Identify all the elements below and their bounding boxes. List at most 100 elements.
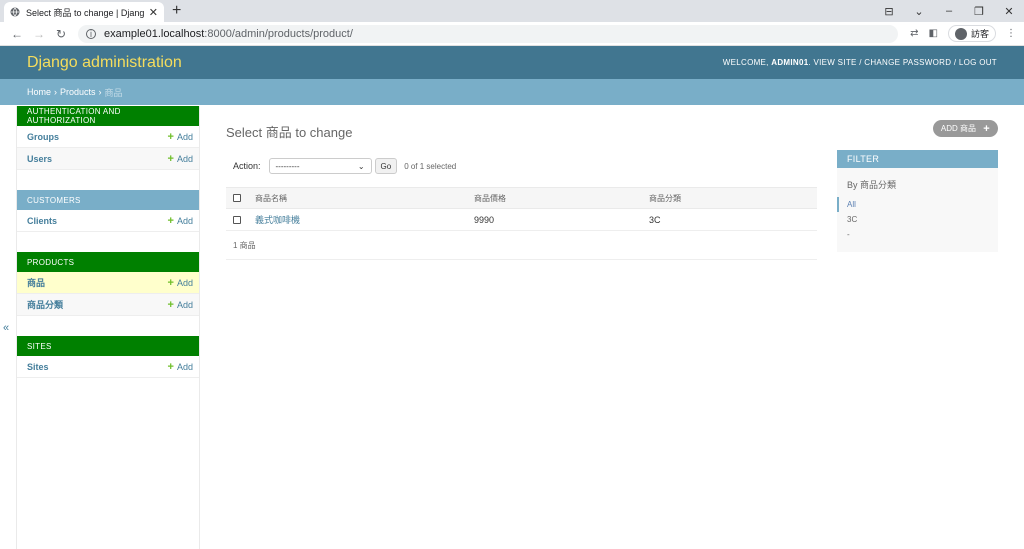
plus-icon: + bbox=[167, 276, 174, 289]
action-select[interactable]: --------- ⌄ bbox=[268, 158, 372, 174]
product-name-link[interactable]: 義式咖啡機 bbox=[255, 215, 300, 225]
profile-button[interactable]: 訪客 bbox=[947, 25, 996, 42]
side-panel-icon[interactable]: ◧ bbox=[929, 28, 938, 39]
logout-link[interactable]: LOG OUT bbox=[959, 58, 997, 67]
breadcrumb-app[interactable]: Products bbox=[60, 87, 96, 97]
plus-icon: + bbox=[167, 298, 174, 311]
add-link[interactable]: + Add bbox=[168, 361, 193, 373]
add-link[interactable]: + Add bbox=[168, 277, 193, 289]
actions-bar: Action: --------- ⌄ Go 0 of 1 selected bbox=[226, 154, 817, 178]
tab-search-icon[interactable]: ⊟ bbox=[874, 5, 904, 18]
filter-heading: By 商品分類 bbox=[847, 180, 897, 190]
plus-icon: + bbox=[167, 152, 174, 165]
chevron-down-icon[interactable]: ⌄ bbox=[904, 5, 934, 18]
add-link[interactable]: + Add bbox=[168, 131, 193, 143]
column-header-price[interactable]: 商品價格 bbox=[474, 193, 649, 204]
tab-title: Select 商品 to change | Djang bbox=[26, 7, 145, 18]
window-controls: ⊟ ⌄ – ❐ ✕ bbox=[874, 0, 1024, 22]
sidebar-link[interactable]: Sites bbox=[27, 362, 49, 372]
paginator: 1 商品 bbox=[226, 231, 817, 260]
breadcrumb-current: 商品 bbox=[104, 87, 123, 98]
avatar-icon bbox=[954, 27, 967, 40]
tab-close-icon[interactable]: ✕ bbox=[149, 6, 158, 19]
page-title: Select 商品 to change bbox=[226, 125, 353, 140]
translate-icon[interactable]: ⇄ bbox=[910, 28, 918, 39]
select-all-checkbox[interactable] bbox=[233, 194, 241, 202]
module-products: PRODUCTS 商品 + Add 商品分類 + Add bbox=[17, 252, 199, 316]
url-path: :8000/admin/products/product/ bbox=[204, 27, 353, 40]
sidebar-item-product: 商品 + Add bbox=[17, 272, 199, 294]
nav-sidebar: AUTHENTICATION AND AUTHORIZATION Groups … bbox=[16, 106, 200, 549]
breadcrumb: Home › Products › 商品 bbox=[0, 79, 1024, 105]
site-header: Django administration WELCOME, ADMIN01. … bbox=[0, 46, 1024, 79]
user-tools: WELCOME, ADMIN01. VIEW SITE / CHANGE PAS… bbox=[722, 58, 997, 67]
sidebar-link[interactable]: Groups bbox=[27, 132, 59, 142]
module-caption[interactable]: CUSTOMERS bbox=[17, 190, 199, 210]
chevron-down-icon: ⌄ bbox=[357, 161, 365, 171]
main-area: « AUTHENTICATION AND AUTHORIZATION Group… bbox=[0, 106, 1024, 549]
collapse-sidebar-icon[interactable]: « bbox=[3, 322, 9, 334]
browser-tab[interactable]: Select 商品 to change | Djang ✕ bbox=[4, 2, 164, 22]
breadcrumb-home[interactable]: Home bbox=[27, 87, 51, 97]
filter-option-none[interactable]: - bbox=[837, 227, 998, 242]
module-caption[interactable]: SITES bbox=[17, 336, 199, 356]
table-row: 義式咖啡機 9990 3C bbox=[226, 209, 817, 231]
filter-options: All 3C - bbox=[837, 197, 998, 242]
row-checkbox[interactable] bbox=[233, 215, 241, 224]
module-auth: AUTHENTICATION AND AUTHORIZATION Groups … bbox=[17, 106, 199, 170]
view-site-link[interactable]: VIEW SITE bbox=[814, 58, 857, 67]
add-link[interactable]: + Add bbox=[168, 299, 193, 311]
guest-label: 訪客 bbox=[970, 29, 989, 39]
restore-icon[interactable]: ❐ bbox=[964, 5, 994, 18]
filter-option-3c[interactable]: 3C bbox=[837, 212, 998, 227]
module-sites: SITES Sites + Add bbox=[17, 336, 199, 378]
browser-toolbar: ← → ↻ i example01.localhost:8000/admin/p… bbox=[0, 22, 1024, 46]
add-product-button[interactable]: ADD 商品 + bbox=[932, 120, 998, 137]
table-header: 商品名稱 商品價格 商品分類 bbox=[226, 187, 817, 209]
globe-icon bbox=[10, 7, 20, 17]
plus-icon: + bbox=[983, 122, 990, 135]
welcome-text: WELCOME, bbox=[722, 58, 769, 67]
changelist: Action: --------- ⌄ Go 0 of 1 selected 商… bbox=[226, 154, 817, 260]
filter-title: FILTER bbox=[837, 150, 998, 168]
filter-panel: FILTER By 商品分類 All 3C - bbox=[837, 150, 998, 252]
browser-tabstrip: Select 商品 to change | Djang ✕ + ⊟ ⌄ – ❐ … bbox=[0, 0, 1024, 22]
address-bar[interactable]: i example01.localhost:8000/admin/product… bbox=[78, 24, 898, 43]
module-caption[interactable]: AUTHENTICATION AND AUTHORIZATION bbox=[17, 106, 199, 126]
column-header-name[interactable]: 商品名稱 bbox=[255, 193, 474, 204]
forward-icon[interactable]: → bbox=[28, 27, 50, 41]
username: ADMIN01 bbox=[771, 58, 809, 67]
filter-option-all[interactable]: All bbox=[837, 197, 998, 212]
module-caption[interactable]: PRODUCTS bbox=[17, 252, 199, 272]
site-brand[interactable]: Django administration bbox=[27, 54, 182, 72]
plus-icon: + bbox=[167, 130, 174, 143]
sidebar-item-groups: Groups + Add bbox=[17, 126, 199, 148]
minimize-icon[interactable]: – bbox=[934, 5, 964, 17]
sidebar-link[interactable]: 商品 bbox=[27, 276, 45, 289]
sidebar-item-sites: Sites + Add bbox=[17, 356, 199, 378]
back-icon[interactable]: ← bbox=[6, 27, 28, 41]
plus-icon: + bbox=[167, 360, 174, 373]
product-price: 9990 bbox=[474, 214, 495, 225]
selection-counter: 0 of 1 selected bbox=[404, 161, 457, 171]
plus-icon: + bbox=[167, 214, 174, 227]
reload-icon[interactable]: ↻ bbox=[50, 27, 72, 41]
module-customers: CUSTOMERS Clients + Add bbox=[17, 190, 199, 232]
close-window-icon[interactable]: ✕ bbox=[994, 5, 1024, 18]
toolbar-right: ⇄ ◧ 訪客 ⋮ bbox=[910, 25, 1016, 42]
info-icon[interactable]: i bbox=[86, 28, 96, 39]
go-button[interactable]: Go bbox=[374, 158, 398, 174]
sidebar-link[interactable]: Users bbox=[27, 154, 52, 164]
add-link[interactable]: + Add bbox=[168, 215, 193, 227]
product-category: 3C bbox=[649, 214, 661, 225]
add-link[interactable]: + Add bbox=[168, 153, 193, 165]
change-password-link[interactable]: CHANGE PASSWORD bbox=[864, 58, 951, 67]
sidebar-link[interactable]: Clients bbox=[27, 216, 57, 226]
sidebar-item-category: 商品分類 + Add bbox=[17, 294, 199, 316]
column-header-category[interactable]: 商品分類 bbox=[649, 193, 817, 204]
sidebar-link[interactable]: 商品分類 bbox=[27, 298, 63, 311]
action-label: Action: bbox=[233, 161, 261, 171]
new-tab-icon[interactable]: + bbox=[172, 2, 181, 20]
sidebar-item-clients: Clients + Add bbox=[17, 210, 199, 232]
menu-icon[interactable]: ⋮ bbox=[1006, 28, 1016, 39]
